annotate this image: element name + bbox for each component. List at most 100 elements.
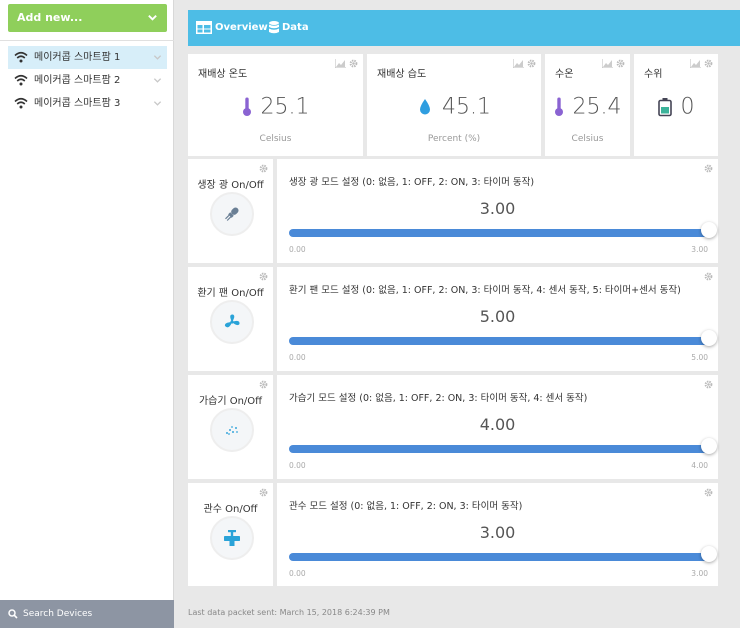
sidebar: Add new... 메이커콥 스마트팜 1 메이커콥 스마트팜 2 메이커콥 … <box>0 0 174 628</box>
gear-icon[interactable] <box>259 272 268 281</box>
device-name: 메이커콥 스마트팜 2 <box>34 75 121 86</box>
dashboard-header: Overview Data <box>188 10 740 46</box>
tab-overview[interactable]: Overview <box>196 10 268 46</box>
sensor-value-text: 45.1 <box>442 94 491 120</box>
device-item-1[interactable]: 메이커콥 스마트팜 1 <box>8 46 167 69</box>
grid-icon <box>196 21 212 34</box>
gear-icon[interactable] <box>704 272 713 281</box>
sensor-value-text: 25.4 <box>572 94 622 120</box>
device-item-3[interactable]: 메이커콥 스마트팜 3 <box>8 92 167 115</box>
slider-value: 4.00 <box>479 415 516 434</box>
gear-icon[interactable] <box>704 59 713 68</box>
widget-title: 재배상 습도 <box>377 69 427 80</box>
slider-track[interactable] <box>289 229 711 237</box>
slider-widget-irrigation-mode: 관수 모드 설정 (0: 없음, 1: OFF, 2: ON, 3: 타이머 동… <box>277 483 718 586</box>
irrigation-toggle[interactable] <box>210 516 254 560</box>
slider-max-label: 3.00 <box>691 245 708 254</box>
gear-icon[interactable] <box>349 59 358 68</box>
tab-data[interactable]: Data <box>269 10 309 46</box>
widget-title: 수위 <box>644 69 663 80</box>
search-devices-button[interactable]: Search Devices <box>0 600 174 628</box>
slider-min-label: 0.00 <box>289 353 306 362</box>
sidebar-divider <box>0 40 174 41</box>
slider-track[interactable] <box>289 445 711 453</box>
slider-title: 관수 모드 설정 (0: 없음, 1: OFF, 2: ON, 3: 타이머 동… <box>289 501 523 512</box>
sensor-widget-bed-temperature: 재배상 온도 25.1 Celsius <box>188 54 363 156</box>
database-icon <box>269 21 279 34</box>
add-new-label: Add new... <box>17 11 83 24</box>
sensor-value: 25.4 <box>545 94 630 120</box>
slider-track[interactable] <box>289 337 711 345</box>
slider-max-label: 5.00 <box>691 353 708 362</box>
tab-overview-label: Overview <box>215 22 268 33</box>
slider-min-label: 0.00 <box>289 245 306 254</box>
gear-icon[interactable] <box>704 488 713 497</box>
faucet-icon <box>224 530 240 546</box>
chart-icon[interactable] <box>513 59 524 68</box>
device-list: 메이커콥 스마트팜 1 메이커콥 스마트팜 2 메이커콥 스마트팜 3 <box>8 46 167 115</box>
battery-icon <box>657 98 672 117</box>
chart-icon[interactable] <box>335 59 346 68</box>
slider-max-label: 4.00 <box>691 461 708 470</box>
sensor-widget-water-temperature: 수온 25.4 Celsius <box>545 54 630 156</box>
slider-widget-fan-mode: 환기 팬 모드 설정 (0: 없음, 1: OFF, 2: ON, 3: 타이머… <box>277 267 718 371</box>
device-name: 메이커콥 스마트팜 1 <box>34 52 121 63</box>
tab-data-label: Data <box>282 22 309 33</box>
wifi-icon <box>14 74 28 86</box>
chevron-down-icon[interactable] <box>153 99 162 108</box>
slider-min-label: 0.00 <box>289 461 306 470</box>
slider-title: 가습기 모드 설정 (0: 없음, 1: OFF, 2: ON, 3: 타이머 … <box>289 393 588 404</box>
water-drop-icon <box>420 99 430 115</box>
sensor-value-text: 25.1 <box>260 94 310 120</box>
gear-icon[interactable] <box>704 164 713 173</box>
slider-min-label: 0.00 <box>289 569 306 578</box>
sensor-unit: Percent (%) <box>427 134 481 144</box>
search-devices-label: Search Devices <box>23 609 93 619</box>
device-name: 메이커콥 스마트팜 3 <box>34 98 121 109</box>
switch-widget-irrigation: 관수 On/Off <box>188 483 273 586</box>
sensor-value: 0 <box>634 94 718 120</box>
switch-widget-grow-light: 생장 광 On/Off <box>188 159 273 263</box>
chevron-down-icon[interactable] <box>153 53 162 62</box>
gear-icon[interactable] <box>704 380 713 389</box>
slider-track[interactable] <box>289 553 711 561</box>
widget-title: 재배상 온도 <box>198 69 248 80</box>
search-icon <box>8 609 18 619</box>
widget-title: 수온 <box>555 69 574 80</box>
slider-title: 생장 광 모드 설정 (0: 없음, 1: OFF, 2: ON, 3: 타이머… <box>289 177 535 188</box>
humidifier-toggle[interactable] <box>210 408 254 452</box>
slider-thumb[interactable] <box>701 438 717 454</box>
slider-value: 3.00 <box>479 199 516 218</box>
add-new-button[interactable]: Add new... <box>8 4 167 32</box>
sensor-widget-water-level: 수위 0 <box>634 54 718 156</box>
slider-widget-humidifier-mode: 가습기 모드 설정 (0: 없음, 1: OFF, 2: ON, 3: 타이머 … <box>277 375 718 479</box>
switch-widget-ventilation-fan: 환기 팬 On/Off <box>188 267 273 371</box>
sensor-unit: Celsius <box>571 134 604 144</box>
slider-title: 환기 팬 모드 설정 (0: 없음, 1: OFF, 2: ON, 3: 타이머… <box>289 285 681 296</box>
slider-thumb[interactable] <box>701 222 717 238</box>
slider-thumb[interactable] <box>701 330 717 346</box>
gear-icon[interactable] <box>259 164 268 173</box>
gear-icon[interactable] <box>259 488 268 497</box>
sensor-value: 25.1 <box>188 94 363 120</box>
gear-icon[interactable] <box>616 59 625 68</box>
sensor-value-text: 0 <box>680 94 695 120</box>
chevron-down-icon <box>148 15 157 21</box>
chart-icon[interactable] <box>602 59 613 68</box>
switch-title: 환기 팬 On/Off <box>197 288 264 299</box>
sensor-value: 45.1 <box>367 94 541 120</box>
switch-title: 관수 On/Off <box>203 504 258 515</box>
slider-thumb[interactable] <box>701 546 717 562</box>
chart-icon[interactable] <box>690 59 701 68</box>
light-bulb-icon <box>225 207 239 221</box>
device-item-2[interactable]: 메이커콥 스마트팜 2 <box>8 69 167 92</box>
wifi-icon <box>14 97 28 109</box>
chevron-down-icon[interactable] <box>153 76 162 85</box>
ventilation-fan-toggle[interactable] <box>210 300 254 344</box>
thermometer-icon <box>242 97 251 116</box>
slider-value: 5.00 <box>479 307 516 326</box>
gear-icon[interactable] <box>259 380 268 389</box>
gear-icon[interactable] <box>527 59 536 68</box>
sensor-unit: Celsius <box>259 134 292 144</box>
grow-light-toggle[interactable] <box>210 192 254 236</box>
